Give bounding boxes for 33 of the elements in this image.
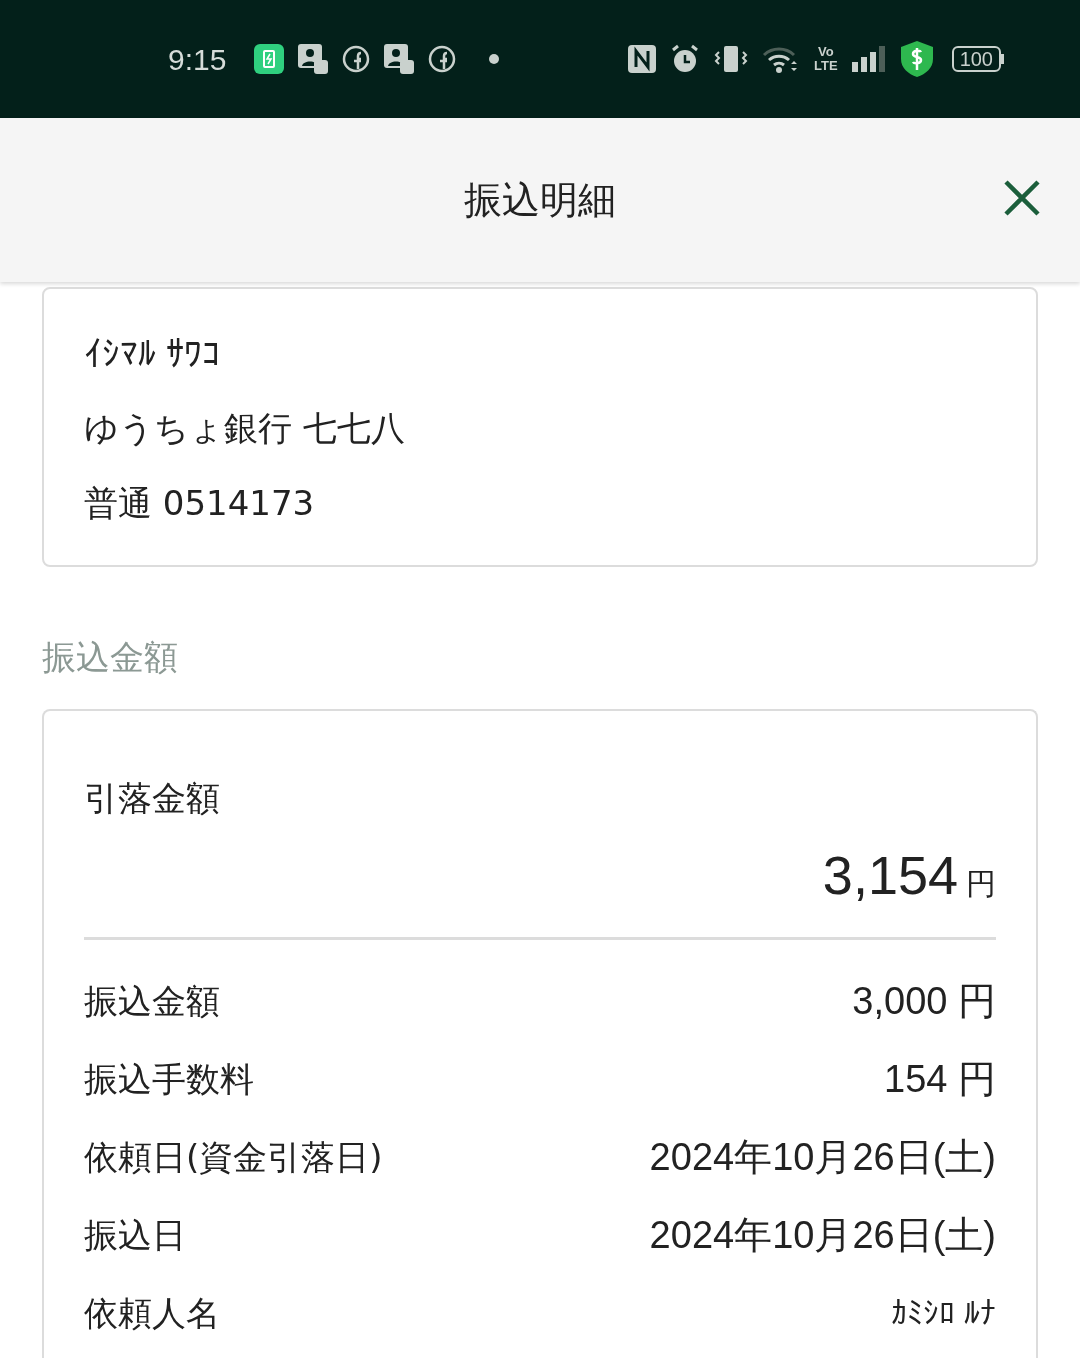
circle-f-icon	[342, 45, 371, 73]
detail-value: ｶﾐｼﾛ ﾙﾅ	[891, 1294, 996, 1333]
vibrate-icon	[714, 44, 749, 74]
circle-f-icon	[428, 45, 457, 73]
section-label: 振込金額	[42, 636, 179, 679]
withdrawal-label: 引落金額	[84, 777, 221, 820]
detail-value: 3,000 円	[852, 978, 996, 1024]
bank-branch: ゆうちょ銀行 七七八	[84, 407, 406, 450]
close-button[interactable]	[1002, 178, 1042, 218]
detail-value: 2024年10月26日(土)	[649, 1212, 996, 1258]
contact-icon	[384, 44, 415, 74]
detail-label: 振込金額	[84, 979, 220, 1023]
dot-icon	[488, 53, 501, 65]
shield-dollar-icon	[899, 40, 934, 78]
page-title: 振込明細	[464, 176, 616, 224]
detail-value: 2024年10月26日(土)	[649, 1134, 996, 1180]
detail-label: 依頼日(資金引落日)	[84, 1135, 383, 1179]
battery-charging-icon	[254, 44, 285, 74]
volte-icon: Vo LTE	[814, 45, 838, 73]
detail-label: 依頼人名	[84, 1291, 220, 1335]
signal-icon	[851, 46, 886, 72]
recipient-name: ｲｼﾏﾙ ｻﾜｺ	[84, 332, 221, 376]
battery-icon: 100	[951, 46, 1001, 72]
clock-time: 9:15	[168, 41, 227, 78]
yen-unit: 円	[966, 865, 996, 903]
account-number: 普通 0514173	[84, 482, 316, 525]
detail-value: 154 円	[884, 1056, 996, 1102]
withdrawal-amount: 3,154	[822, 844, 958, 907]
nfc-icon	[628, 45, 657, 73]
detail-label: 振込手数料	[84, 1057, 254, 1101]
detail-label: 振込日	[84, 1213, 186, 1257]
alarm-icon	[670, 44, 701, 74]
contact-icon	[298, 44, 329, 74]
